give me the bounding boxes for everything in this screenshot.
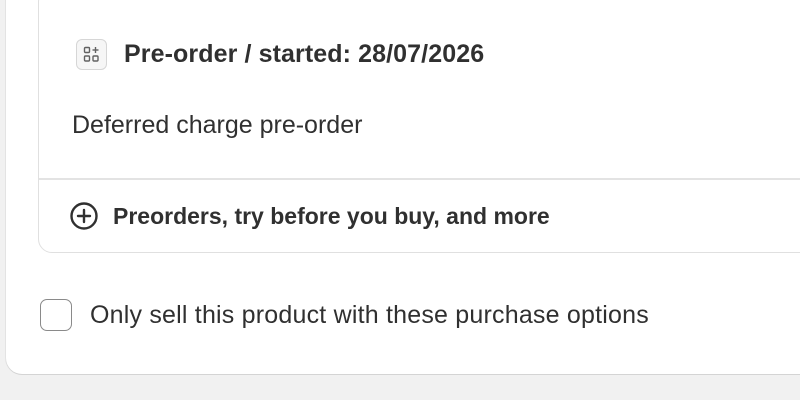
selling-plan-description: Deferred charge pre-order xyxy=(72,111,363,139)
plus-circle-icon xyxy=(68,200,100,232)
divider xyxy=(39,178,800,180)
only-sell-with-purchase-options-row[interactable]: Only sell this product with these purcha… xyxy=(40,298,649,332)
add-purchase-option-button[interactable]: Preorders, try before you buy, and more xyxy=(68,200,550,232)
selling-plan-title[interactable]: Pre-order / started: 28/07/2026 xyxy=(124,40,484,69)
selling-plan-icon xyxy=(76,38,107,70)
only-sell-with-purchase-options-checkbox[interactable] xyxy=(40,299,72,331)
only-sell-with-purchase-options-label[interactable]: Only sell this product with these purcha… xyxy=(90,301,649,330)
selling-plan-header[interactable]: Pre-order / started: 28/07/2026 xyxy=(76,38,484,70)
add-purchase-option-label[interactable]: Preorders, try before you buy, and more xyxy=(113,203,550,230)
